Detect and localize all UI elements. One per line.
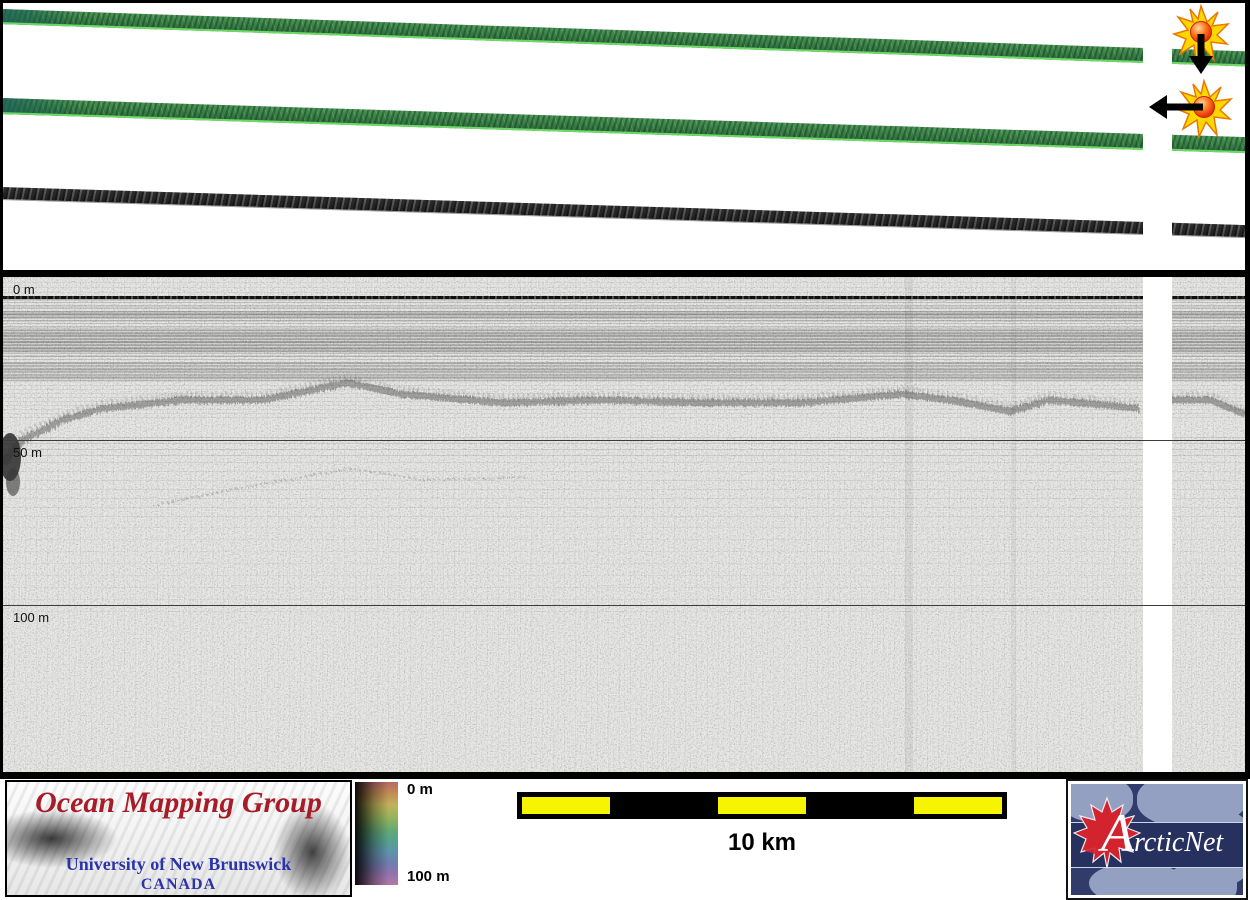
scale-bar-segment <box>718 797 806 814</box>
panel-border-left <box>0 0 3 779</box>
scale-bar <box>517 792 1007 819</box>
depth-label-0m: 0 m <box>13 282 35 297</box>
seafloor-trace <box>3 277 1245 772</box>
depth-colorbar <box>355 782 398 885</box>
omg-logo-country: CANADA <box>140 876 217 893</box>
colorbar-label-top: 0 m <box>407 781 433 798</box>
panel-border-top <box>0 0 1250 3</box>
depth-gridline-100m <box>3 605 1245 606</box>
subbottom-track <box>0 187 1250 239</box>
footer: Ocean Mapping Group University of New Br… <box>0 779 1250 900</box>
figure-root: 0 m 50 m 100 m Ocean Mapping Group Unive… <box>0 0 1250 900</box>
arcticnet-logo-text: ArcticNet <box>1101 803 1224 863</box>
swath-track-2 <box>0 98 1250 154</box>
omg-logo-title: Ocean Mapping Group <box>35 786 322 819</box>
arcticnet-logo: ArcticNet <box>1066 779 1248 900</box>
event-marker-down <box>1172 4 1231 74</box>
depth-label-100m: 100 m <box>13 610 50 625</box>
data-gap-column-profile <box>1143 277 1172 772</box>
scale-bar-segment <box>522 797 610 814</box>
scale-bar-segment <box>914 797 1002 814</box>
panel-divider-upper <box>0 270 1250 277</box>
depth-label-50m: 50 m <box>13 445 42 460</box>
event-marker-left <box>1149 78 1234 138</box>
panel-divider-lower <box>0 772 1250 779</box>
echogram-panel: 0 m 50 m 100 m <box>3 277 1245 772</box>
scale-bar-label: 10 km <box>727 829 797 856</box>
track-map-panel <box>0 0 1250 270</box>
arcticnet-logo-map: ArcticNet <box>1071 784 1243 895</box>
depth-gridline-50m <box>3 440 1245 441</box>
swath-track-1 <box>0 9 1250 67</box>
colorbar-shading <box>355 782 398 885</box>
omg-logo-subtitle: University of New Brunswick <box>65 854 292 874</box>
omg-logo: Ocean Mapping Group University of New Br… <box>5 780 352 897</box>
colorbar-label-bottom: 100 m <box>407 868 450 885</box>
